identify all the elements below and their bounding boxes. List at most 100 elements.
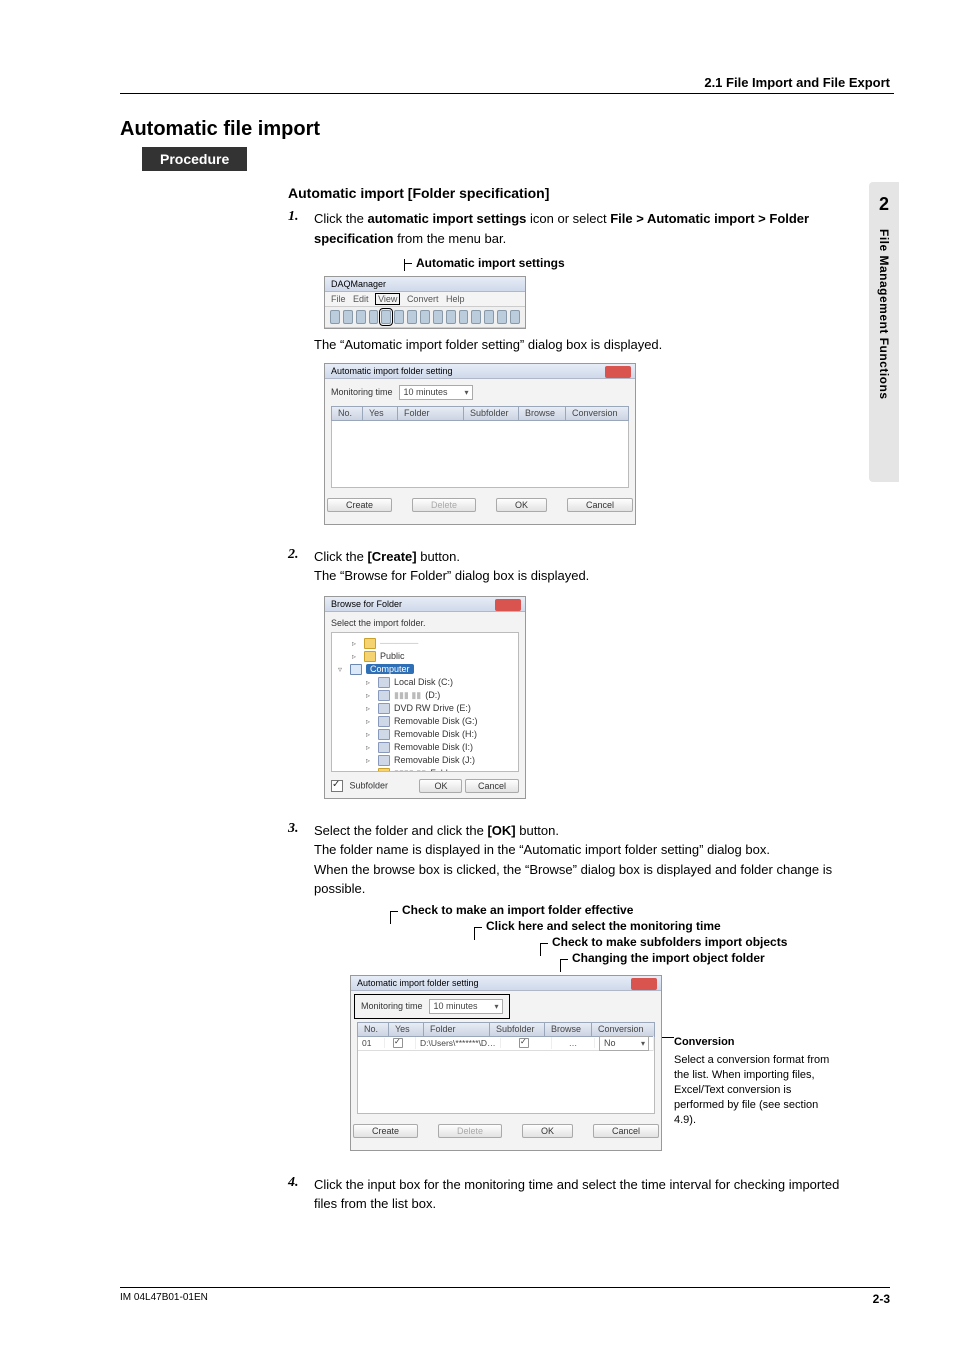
- tree-public[interactable]: Public: [380, 651, 405, 661]
- monitoring-time-label: Monitoring time: [361, 1001, 423, 1011]
- toolbar-icon[interactable]: [459, 310, 469, 324]
- auto-import-settings-icon[interactable]: [381, 310, 391, 324]
- step-1: 1. Click the automatic import settings i…: [288, 209, 865, 525]
- page-footer: IM 04L47B01-01EN 2-3: [120, 1287, 890, 1306]
- aifs-grid-header: No. Yes Folder Subfolder Browse Conversi…: [331, 406, 629, 421]
- callout-monitoring: Click here and select the monitoring tim…: [486, 919, 721, 933]
- app-toolbar: [325, 307, 525, 328]
- folder-icon: [364, 651, 376, 662]
- folder-tree[interactable]: ▹────── ▹Public ▿Computer ▹Local Disk (C…: [331, 632, 519, 772]
- tree-rem-g[interactable]: Removable Disk (G:): [394, 716, 478, 726]
- conversion-connector: [662, 1037, 674, 1038]
- monitoring-time-select[interactable]: 10 minutes: [399, 385, 473, 400]
- app-menubar: File Edit View Convert Help: [325, 292, 525, 307]
- procedure-box: Procedure: [142, 147, 247, 171]
- toolbar-icon[interactable]: [497, 310, 507, 324]
- subfolder-checkbox[interactable]: [331, 780, 343, 792]
- row-enable-checkbox[interactable]: [393, 1038, 403, 1048]
- toolbar-icon[interactable]: [510, 310, 520, 324]
- menu-help[interactable]: Help: [446, 294, 465, 304]
- tree-rem-h[interactable]: Removable Disk (H:): [394, 729, 477, 739]
- step-3: 3. Select the folder and click the [OK] …: [288, 821, 865, 1151]
- col-browse: Browse: [545, 1023, 592, 1036]
- toolbar-icon[interactable]: [343, 310, 353, 324]
- aifs-dialog-populated: Automatic import folder setting Monitori…: [350, 975, 662, 1151]
- step1-t1: Click the: [314, 211, 367, 226]
- callout-subfolder: Check to make subfolders import objects: [552, 935, 787, 949]
- col-subfolder: Subfolder: [490, 1023, 545, 1036]
- step3-b1: [OK]: [487, 823, 515, 838]
- toolbar-icon[interactable]: [407, 310, 417, 324]
- cancel-button[interactable]: Cancel: [567, 498, 633, 512]
- chapter-number: 2: [879, 194, 889, 215]
- toolbar-icon[interactable]: [471, 310, 481, 324]
- page-number: 2-3: [873, 1292, 890, 1306]
- toolbar-icon[interactable]: [446, 310, 456, 324]
- col-subfolder: Subfolder: [464, 407, 519, 420]
- cancel-button[interactable]: Cancel: [593, 1124, 659, 1138]
- drive-icon: [378, 677, 390, 688]
- conversion-title: Conversion: [674, 1035, 839, 1050]
- menu-file[interactable]: File: [331, 294, 346, 304]
- col-yes: Yes: [363, 407, 398, 420]
- menu-convert[interactable]: Convert: [407, 294, 439, 304]
- tree-rem-j[interactable]: Removable Disk (J:): [394, 755, 475, 765]
- col-yes: Yes: [389, 1023, 424, 1036]
- tree-dvd[interactable]: DVD RW Drive (E:): [394, 703, 471, 713]
- monitoring-time-label: Monitoring time: [331, 387, 393, 397]
- row-no: 01: [358, 1038, 385, 1048]
- doc-id: IM 04L47B01-01EN: [120, 1292, 208, 1306]
- row-subfolder-checkbox[interactable]: [519, 1038, 529, 1048]
- delete-button[interactable]: Delete: [412, 498, 476, 512]
- menu-edit[interactable]: Edit: [353, 294, 369, 304]
- folder-icon: [378, 768, 390, 772]
- app-titlebar: DAQManager: [325, 277, 525, 292]
- step1-b1: automatic import settings: [367, 211, 526, 226]
- tree-other[interactable]: Folder: [430, 768, 456, 772]
- toolbar-icon[interactable]: [484, 310, 494, 324]
- tree-disk-d[interactable]: (D:): [425, 690, 440, 700]
- step-2: 2. Click the [Create] button. The “Brows…: [288, 547, 865, 799]
- callout-connector: [540, 943, 548, 944]
- delete-button[interactable]: Delete: [438, 1124, 502, 1138]
- subfolder-label: Subfolder: [350, 780, 389, 790]
- computer-icon: [350, 664, 362, 675]
- toolbar-icon[interactable]: [394, 310, 404, 324]
- toolbar-icon[interactable]: [369, 310, 379, 324]
- create-button[interactable]: Create: [353, 1124, 418, 1138]
- toolbar-icon[interactable]: [330, 310, 340, 324]
- close-icon[interactable]: [605, 366, 631, 378]
- monitoring-time-select[interactable]: 10 minutes: [429, 999, 503, 1014]
- step-1-number: 1.: [288, 209, 299, 225]
- create-button[interactable]: Create: [327, 498, 392, 512]
- toolbar-icon[interactable]: [356, 310, 366, 324]
- subheading: Automatic import [Folder specification]: [288, 185, 865, 201]
- callout-changing: Changing the import object folder: [572, 951, 765, 965]
- ok-button[interactable]: OK: [419, 779, 462, 793]
- table-row[interactable]: 01 D:\Users\*******\Desktop\DAQManager f…: [358, 1037, 654, 1051]
- aifs-grid-body: [331, 421, 629, 488]
- cancel-button[interactable]: Cancel: [465, 779, 519, 793]
- ok-button[interactable]: OK: [522, 1124, 573, 1138]
- toolbar-icon[interactable]: [420, 310, 430, 324]
- callout-connector: [390, 911, 398, 912]
- tree-disk-c[interactable]: Local Disk (C:): [394, 677, 453, 687]
- step2-b1: [Create]: [367, 549, 416, 564]
- row-conversion-select[interactable]: No: [599, 1036, 649, 1051]
- folder-icon: [364, 638, 376, 649]
- tree-computer[interactable]: Computer: [366, 664, 414, 674]
- menu-view[interactable]: View: [376, 294, 399, 304]
- close-icon[interactable]: [495, 599, 521, 611]
- tree-rem-i[interactable]: Removable Disk (I:): [394, 742, 473, 752]
- close-icon[interactable]: [631, 978, 657, 990]
- step1-after: The “Automatic import folder setting” di…: [314, 335, 865, 355]
- step4-text: Click the input box for the monitoring t…: [314, 1175, 865, 1214]
- ok-button[interactable]: OK: [496, 498, 547, 512]
- toolbar-icon[interactable]: [433, 310, 443, 324]
- drive-icon: [378, 690, 390, 701]
- callout-connector: [560, 959, 568, 960]
- app-window-thumbnail: DAQManager File Edit View Convert Help: [324, 276, 526, 329]
- step-2-number: 2.: [288, 547, 299, 563]
- aifs-title: Automatic import folder setting: [325, 364, 635, 379]
- aifs-grid-body: 01 D:\Users\*******\Desktop\DAQManager f…: [357, 1037, 655, 1114]
